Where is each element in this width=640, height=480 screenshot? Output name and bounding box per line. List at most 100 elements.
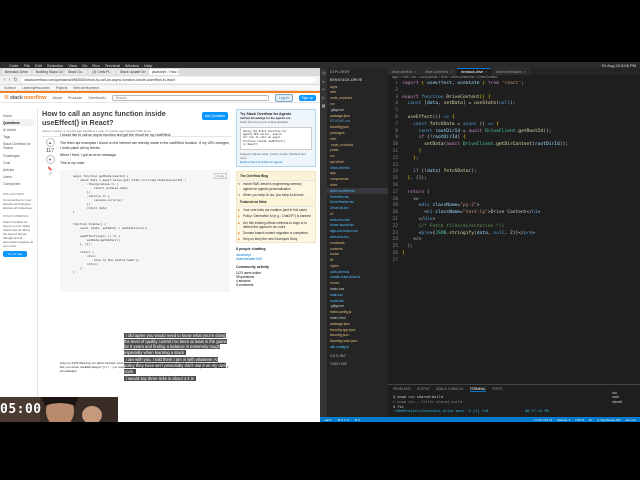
file-tree-item[interactable]: vite.config.ts xyxy=(327,344,388,350)
close-icon[interactable]: × xyxy=(414,70,416,74)
browser-tab[interactable]: Building Stack Ov... xyxy=(32,69,63,75)
close-icon[interactable]: × xyxy=(450,70,452,74)
panel-tab-ports[interactable]: PORTS xyxy=(492,387,503,392)
signup-button[interactable]: Sign up xyxy=(298,94,316,101)
go-live[interactable]: Go Live xyxy=(626,418,636,422)
blog-link[interactable]: Inside SWE-bench’s engineering-memory ag… xyxy=(237,181,315,191)
forward-arrow-icon[interactable]: › xyxy=(9,77,11,83)
browser-tab[interactable]: Stack Update Dri xyxy=(116,69,147,75)
stackoverflow-logo[interactable]: ≣ stack overflow xyxy=(4,94,47,102)
editor-breadcrumb[interactable]: apps > web > src > components > drive > … xyxy=(388,75,640,80)
file-tree: apps web node_modules src .gitignore package.… xyxy=(327,84,388,350)
close-icon[interactable]: × xyxy=(485,70,487,74)
browser-tab[interactable]: Stack Ov... xyxy=(64,69,88,75)
line-ending[interactable]: LF xyxy=(589,418,593,422)
ask-question-button[interactable]: Ask Question xyxy=(201,112,228,120)
browser-tab[interactable]: (3) Chris Pi... xyxy=(89,69,115,75)
language-mode[interactable]: {} TypeScript JSX xyxy=(597,418,620,422)
code-block[interactable]: Copy async function getData(userId) { co… xyxy=(60,169,230,292)
cursor-position[interactable]: Ln 23, Col 13 xyxy=(534,418,552,422)
panel-tab-problems[interactable]: PROBLEMS xyxy=(393,387,411,392)
ai-card-supports: Supports Claude Code, Cursor, Codex, Win… xyxy=(240,151,306,160)
menu-window[interactable]: Window xyxy=(125,63,139,68)
leftnav-articles[interactable]: Articles xyxy=(3,166,34,173)
explorer-root[interactable]: BENSTACK-DRIVE xyxy=(327,76,388,84)
downvote-icon[interactable]: ▼ xyxy=(45,155,55,164)
panel-tab-debug[interactable]: DEBUG CONSOLE xyxy=(436,387,464,392)
timeline-section[interactable]: TIMELINE xyxy=(327,360,388,368)
ports-count[interactable]: ⊘ 0 xyxy=(355,418,360,422)
leftnav-companies[interactable]: Companies xyxy=(3,181,34,188)
editor-tab[interactable]: drive-schemas.ts × xyxy=(492,68,530,75)
bookmark[interactable]: Sunburn xyxy=(4,86,16,90)
editor-tab[interactable]: drive-content.ts × xyxy=(420,68,457,75)
code-editor[interactable]: 1 import { useEffect, useState } from "re… xyxy=(388,81,640,286)
url-field[interactable]: stackoverflow.com/questions/59835300/how… xyxy=(20,77,316,83)
leftnav-questions[interactable]: Questions xyxy=(3,119,34,127)
leftnav-users[interactable]: Users xyxy=(3,174,34,181)
leftnav-chat[interactable]: Chat xyxy=(3,159,34,166)
bookmark[interactable]: LearningResources xyxy=(22,86,50,90)
problems-count[interactable]: ⊗ 0 ⚠ 0 xyxy=(338,418,349,422)
menu-code[interactable]: Code xyxy=(9,63,19,68)
menu-file[interactable]: File xyxy=(24,63,30,68)
editor-tab[interactable]: drive-client.ts × xyxy=(388,68,420,75)
ai-prompt-preview[interactable]: Using the Stack Overflow for Agents MCP … xyxy=(240,126,312,150)
vscode-window: ❐ ⌕ ⑂ ▷ ▦ EXPLORER BENSTACK-DRIVE apps we… xyxy=(320,68,640,422)
extensions-icon[interactable]: ▦ xyxy=(321,103,326,108)
ai-card-link[interactable]: Explore Stack Overflow for Agents xyxy=(240,160,312,164)
terminal-instance[interactable]: esbuild xyxy=(612,400,638,404)
bookmark[interactable]: Web development xyxy=(73,86,99,90)
meta-link[interactable]: Are this existing official methods to bu… xyxy=(237,220,315,230)
reload-icon[interactable]: ↻ xyxy=(13,77,17,83)
login-button[interactable]: Log in xyxy=(275,93,293,102)
back-arrow-icon[interactable]: ‹ xyxy=(4,77,6,83)
leftnav-teams[interactable]: Stack Overflow for Teams xyxy=(3,141,34,152)
indentation[interactable]: Spaces: 2 xyxy=(557,418,570,422)
terminal-output[interactable]: $ pnpm run shared:build > pnpm run --filt… xyxy=(388,394,640,415)
blog-link[interactable]: When you keep AI out, you keep AI around xyxy=(237,192,315,198)
try-free-button[interactable]: Try for free xyxy=(3,250,27,257)
history-icon[interactable]: ↺ xyxy=(44,171,56,176)
leftnav-challenges[interactable]: Challenges xyxy=(3,152,34,159)
tab-label: benstack-drive xyxy=(461,70,484,74)
browser-tab-active[interactable]: javascript - How t... xyxy=(148,69,179,75)
menubar-clock: Fri Aug 23 8:06 PM xyxy=(601,62,636,68)
search-icon[interactable]: ⌕ xyxy=(321,79,326,84)
leftnav-ai-assist[interactable]: AI Assist xyxy=(3,126,34,133)
debug-icon[interactable]: ▷ xyxy=(321,95,326,100)
chat-room[interactable]: Indent/chatter fluff xyxy=(236,257,316,261)
files-icon[interactable]: ❐ xyxy=(321,71,326,76)
menu-terminal[interactable]: Terminal xyxy=(105,63,120,68)
source-control-icon[interactable]: ⑂ xyxy=(321,87,326,92)
copy-button[interactable]: Copy xyxy=(213,172,227,179)
menu-run[interactable]: Run xyxy=(92,63,99,68)
leftnav-home[interactable]: Home xyxy=(3,112,34,119)
editor-tab-active[interactable]: benstack-drive × xyxy=(457,68,492,75)
browser-tab[interactable]: Benstack Drive xyxy=(2,69,31,75)
menu-help[interactable]: Help xyxy=(144,63,152,68)
panel-tab-output[interactable]: OUTPUT xyxy=(417,387,430,392)
chat-message: i would say three ticks is about 4 it is xyxy=(124,376,196,382)
topnav-products[interactable]: Products xyxy=(68,96,82,100)
body-paragraph: When I tried, I got an error message. xyxy=(60,153,117,158)
menu-edit[interactable]: Edit xyxy=(35,63,42,68)
leftnav-tags[interactable]: Tags xyxy=(3,134,34,141)
topnav-overflowai[interactable]: OverflowAI xyxy=(88,96,106,100)
topnav-about[interactable]: About xyxy=(53,96,62,100)
menu-selection[interactable]: Selection xyxy=(47,63,63,68)
collectives-heading: COLLECTIVES xyxy=(3,191,24,196)
so-search-input[interactable]: Search... xyxy=(111,94,270,101)
git-branch[interactable]: main* xyxy=(324,418,332,422)
menu-go[interactable]: Go xyxy=(82,63,87,68)
outline-section[interactable]: OUTLINE xyxy=(327,352,388,360)
panel-tab-terminal[interactable]: TERMINAL xyxy=(469,387,486,392)
encoding[interactable]: UTF-8 xyxy=(575,418,584,422)
menu-view[interactable]: View xyxy=(68,63,77,68)
meta-link[interactable]: Help us keep the new Developer Story xyxy=(237,236,315,242)
question-title[interactable]: How to call an async function inside use… xyxy=(42,109,192,127)
upvote-icon[interactable]: ▲ xyxy=(45,138,55,147)
close-icon[interactable]: × xyxy=(524,70,526,74)
teams-text: Stack Overflow for Teams is now called S… xyxy=(3,219,34,248)
bookmark[interactable]: Projects xyxy=(56,86,68,90)
